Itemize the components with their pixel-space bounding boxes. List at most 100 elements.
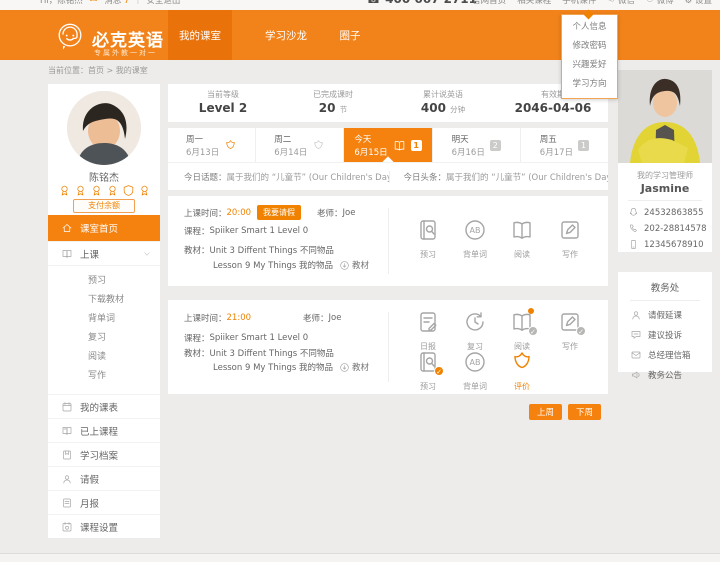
day-tab-tomorrow[interactable]: 明天6月16日 2 (433, 128, 521, 162)
sidebar-item-lessons[interactable]: 上课 (48, 241, 160, 265)
flower-icon (312, 139, 325, 152)
ab-vocabulary-icon: AB (463, 350, 487, 374)
sidebar-item-classroom-home[interactable]: 课室首页 (48, 215, 160, 241)
messages-link[interactable]: 消息 7 (104, 0, 129, 6)
action-evaluate[interactable]: 评价 (497, 350, 547, 392)
breadcrumb: 当前位置：首页 > 我的课室 (48, 65, 148, 76)
previous-week-button[interactable]: 上周 (529, 404, 562, 420)
download-icon (339, 362, 350, 373)
chat-bubble-icon (630, 329, 642, 341)
daily-report-icon (416, 310, 440, 334)
svg-text:AB: AB (470, 226, 481, 235)
brand-slogan: 专属外教一对一 (94, 48, 157, 58)
lesson-material-row: 教材：Unit 3 Diffent Things 不同物品 (184, 244, 334, 256)
message-icon[interactable]: ✉ (90, 0, 98, 5)
office-item-suggestions-complaints[interactable]: 建议投诉 (630, 329, 712, 341)
advisor-qq-contact: 24532863855 (628, 207, 712, 218)
office-item-leave-postpone[interactable]: 请假延课 (630, 309, 712, 321)
sidebar-subitem-review[interactable]: 复习 (48, 329, 160, 348)
writing-icon (558, 218, 582, 242)
wechat-link[interactable]: 微信 (607, 0, 635, 6)
sidebar-subitem-writing[interactable]: 写作 (48, 367, 160, 386)
lesson-card-2: 上课时间：21:00 老师：Joe 课程：Spiiker Smart 1 Lev… (168, 300, 608, 394)
open-book-icon (61, 248, 73, 260)
day-tab-monday[interactable]: 周一6月13日 (168, 128, 256, 162)
settings-link[interactable]: ⚙ 设置 (685, 0, 712, 6)
next-week-button[interactable]: 下周 (568, 404, 601, 420)
advisor-photo (618, 70, 712, 163)
pay-balance-button[interactable]: 支付余额 (73, 199, 135, 213)
sidebar-subitem-vocabulary[interactable]: 背单词 (48, 310, 160, 329)
action-vocabulary[interactable]: AB 背单词 (450, 218, 500, 260)
sidebar-item-course-settings[interactable]: 课程设置 (48, 514, 160, 538)
day-tab-today[interactable]: 今天6月15日 1 (344, 128, 432, 162)
link-site-home[interactable]: 官网首页 (472, 0, 506, 6)
action-reading[interactable]: ✓ 阅读 (497, 310, 547, 352)
day-tab-friday[interactable]: 周五6月17日 1 (521, 128, 608, 162)
lesson-card-1: 上课时间：20:00 我要请假 老师：Joe 课程：Spiiker Smart … (168, 196, 608, 286)
ask-leave-button[interactable]: 我要请假 (257, 205, 301, 220)
report-icon (61, 497, 73, 509)
sidebar-subitem-preview[interactable]: 预习 (48, 272, 160, 291)
sidebar-item-my-timetable[interactable]: 我的课表 (48, 394, 160, 418)
mobile-icon (628, 239, 639, 250)
lesson-count-badge: 1 (578, 140, 589, 151)
nav-tab-my-classroom[interactable]: 我的课室 (168, 10, 232, 60)
sidebar-item-leave[interactable]: 请假 (48, 466, 160, 490)
medal-icon (90, 184, 103, 197)
menu-item-personal-info[interactable]: 个人信息 (562, 18, 617, 37)
office-item-announcements[interactable]: 教务公告 (630, 369, 712, 381)
action-preview[interactable]: 预习 (403, 218, 453, 260)
menu-item-study-direction[interactable]: 学习方向 (562, 75, 617, 94)
action-writing[interactable]: ✓ 写作 (545, 310, 595, 352)
nav-tab-circle[interactable]: 圈子 (330, 10, 370, 60)
office-item-gm-mailbox[interactable]: 总经理信箱 (630, 349, 712, 361)
sidebar-item-monthly-report[interactable]: 月报 (48, 490, 160, 514)
logout-link[interactable]: 安全退出 (146, 0, 180, 6)
action-preview[interactable]: ✓ 预习 (403, 350, 453, 392)
download-material-link[interactable]: 教材 (339, 361, 369, 373)
flower-icon (510, 350, 534, 374)
lesson-count-badge: 2 (490, 140, 501, 151)
greeting: Hi，陈铭杰 (40, 0, 83, 6)
action-vocabulary[interactable]: AB 背单词 (450, 350, 500, 392)
svg-text:AB: AB (470, 358, 481, 367)
day-tab-tuesday[interactable]: 周二6月14日 (256, 128, 344, 162)
wechat-icon (607, 0, 615, 3)
course-settings-icon (61, 521, 73, 533)
nav-tab-study-salon[interactable]: 学习沙龙 (250, 10, 322, 60)
lesson-material-row2: Lesson 9 My Things 我的物品 教材 (184, 259, 369, 271)
action-writing[interactable]: 写作 (545, 218, 595, 260)
weibo-link[interactable]: 微博 (646, 0, 674, 6)
announcement-horn-icon (630, 369, 642, 381)
action-reading[interactable]: 阅读 (497, 218, 547, 260)
lesson-time-row: 上课时间：20:00 我要请假 老师：Joe (184, 205, 355, 220)
lesson-count-badge: 1 (411, 140, 422, 151)
sidebar-item-finished-courses[interactable]: 已上课程 (48, 418, 160, 442)
sidebar-item-study-archive[interactable]: 学习档案 (48, 442, 160, 466)
lesson-course-row: 课程：Spiiker Smart 1 Level 0 (184, 332, 308, 344)
menu-item-interests[interactable]: 兴趣爱好 (562, 56, 617, 75)
sidebar-subitem-download-material[interactable]: 下载教材 (48, 291, 160, 310)
menu-item-change-password[interactable]: 修改密码 (562, 37, 617, 56)
sidebar-subitem-reading[interactable]: 阅读 (48, 348, 160, 367)
top-utility-bar: Hi，陈铭杰 ✉ 消息 7 | 安全退出 ☎ 400 667 2711 官网首页… (0, 0, 720, 10)
advisor-card: 我的学习管理师 Jasmine 24532863855 202-28814578… (618, 163, 712, 252)
advisor-name: Jasmine (618, 182, 712, 195)
review-clock-icon (463, 310, 487, 334)
divider (630, 300, 700, 301)
shield-badge-icon (122, 184, 135, 197)
medal-icon (138, 184, 151, 197)
mail-icon (630, 349, 642, 361)
office-title: 教务处 (618, 272, 712, 294)
link-mobile-app[interactable]: 手机课件 (562, 0, 596, 6)
action-daily-report[interactable]: 日报 (403, 310, 453, 352)
sidebar-menu: 课室首页 上课 预习 下载教材 背单词 复习 阅读 写作 我的课表 已上课程 学… (48, 215, 160, 538)
action-review[interactable]: 复习 (450, 310, 500, 352)
today-headline: 今日头条：属于我们的 “儿童节” (Our Children's Day ) (389, 171, 609, 183)
stat-current-level: 当前等级 Level 2 (168, 84, 278, 122)
download-material-link[interactable]: 教材 (339, 259, 369, 271)
qq-icon (628, 207, 639, 218)
page: Hi，陈铭杰 ✉ 消息 7 | 安全退出 ☎ 400 667 2711 官网首页… (0, 0, 720, 562)
link-related-courses[interactable]: 相关课程 (517, 0, 551, 6)
